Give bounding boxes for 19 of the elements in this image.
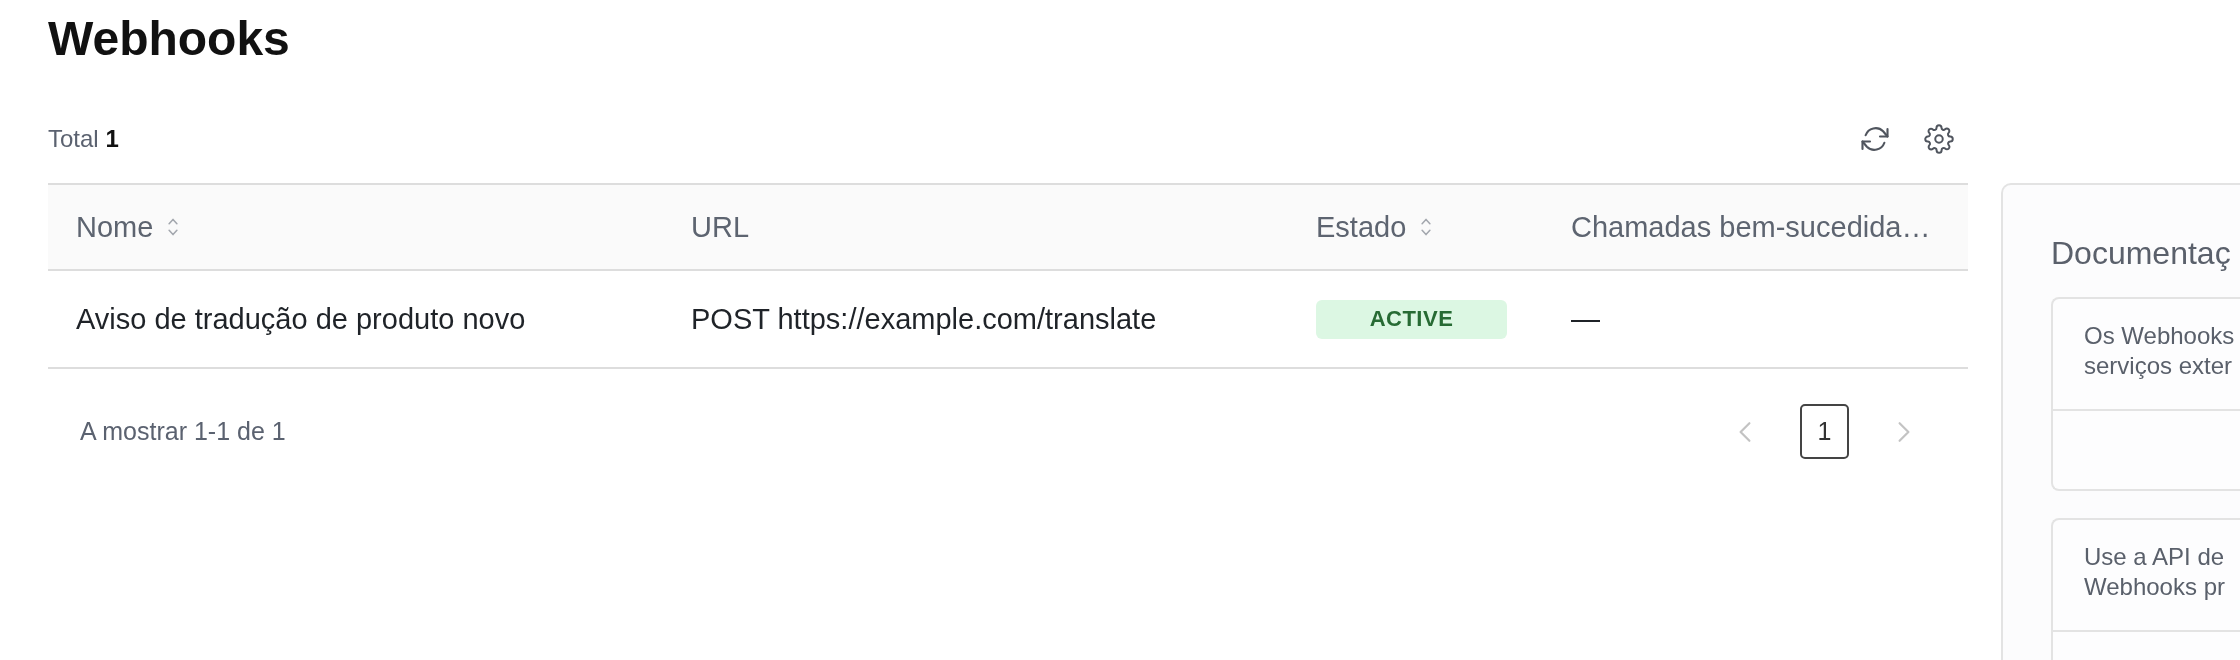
column-header[interactable]: Estado: [1316, 210, 1433, 244]
refresh-button[interactable]: [1860, 124, 1890, 154]
webhook-url: POST https://example.com/translate: [691, 302, 1157, 336]
sort-icon[interactable]: [1420, 217, 1433, 237]
column-header[interactable]: Nome: [76, 210, 180, 244]
total-count: Total 1: [48, 125, 119, 153]
panel-title: Documentaç: [2051, 234, 2231, 273]
empty-value-dash: —: [1571, 302, 1600, 336]
sort-icon[interactable]: [167, 217, 180, 237]
page-title: Webhooks: [48, 11, 290, 67]
status-badge: ACTIVE: [1316, 299, 1507, 339]
column-header: Chamadas bem-sucedida…: [1571, 210, 1931, 244]
card-text: Os Webhooks serviços exter: [2083, 321, 2236, 381]
webhook-name: Aviso de tradução de produto novo: [76, 302, 526, 336]
card-text: Use a API de Webhooks pr: [2083, 542, 2226, 602]
page-number-button[interactable]: 1: [1800, 404, 1849, 459]
column-header: URL: [691, 210, 749, 244]
settings-button[interactable]: [1924, 124, 1954, 154]
pagination-summary: A mostrar 1-1 de 1: [79, 417, 286, 446]
